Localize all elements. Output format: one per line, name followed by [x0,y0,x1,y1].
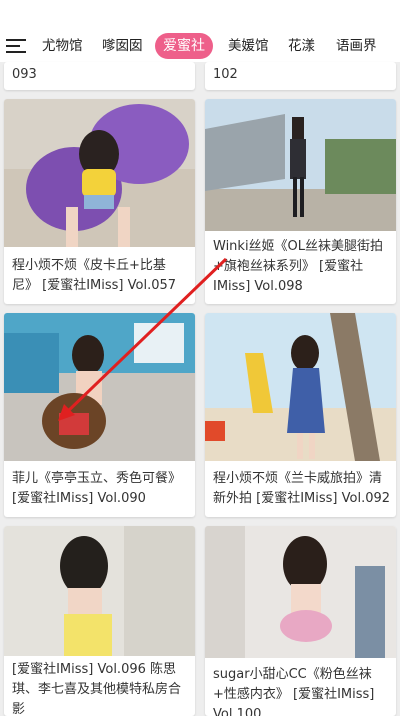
gallery-card[interactable]: 菲儿《亭亭玉立、秀色可餐》 [爱蜜社IMiss] Vol.090 [4,313,195,517]
card-caption: sugar小甜心CC《粉色丝袜+性感内衣》 [爱蜜社IMiss] Vol.100 [213,667,375,716]
card-thumbnail [4,313,195,461]
tab-youwuguan[interactable]: 尤物馆 [42,33,83,59]
card-caption: 菲儿《亭亭玉立、秀色可餐》 [爱蜜社IMiss] Vol.090 [12,471,182,506]
gallery-card[interactable]: 093 [4,62,195,90]
gallery-card[interactable]: 程小烦不烦《兰卡威旅拍》清新外拍 [爱蜜社IMiss] Vol.092 [205,313,396,517]
card-caption: 程小烦不烦《兰卡威旅拍》清新外拍 [爱蜜社IMiss] Vol.092 [213,471,391,506]
tab-yuhuajie[interactable]: 语画界 [336,33,377,59]
tab-meiyuanguan[interactable]: 美媛馆 [228,33,269,59]
menu-icon[interactable] [6,37,28,55]
gallery-card[interactable]: 程小烦不烦《皮卡丘+比基尼》 [爱蜜社IMiss] Vol.057 [4,99,195,304]
tab-huayang[interactable]: 花漾 [288,33,315,59]
card-thumbnail [205,313,396,461]
card-caption: 093 [12,67,37,82]
card-caption: 程小烦不烦《皮卡丘+比基尼》 [爱蜜社IMiss] Vol.057 [12,258,177,293]
tab-aimishe[interactable]: 爱蜜社 [155,33,213,59]
card-caption: [爱蜜社IMiss] Vol.096 陈思琪、李七喜及其他模特私房合影 [12,662,182,716]
tab-diannannan[interactable]: 嗲囡囡 [102,33,143,59]
gallery-card[interactable]: [爱蜜社IMiss] Vol.096 陈思琪、李七喜及其他模特私房合影 [4,526,195,716]
card-caption: 102 [213,67,238,82]
card-thumbnail [4,526,195,656]
gallery-card[interactable]: 102 [205,62,396,90]
top-nav-bar: 尤物馆 嗲囡囡 爱蜜社 美媛馆 花漾 语画界 [0,0,400,62]
card-caption: Winki丝姬《OL丝袜美腿街拍+旗袍丝袜系列》 [爱蜜社IMiss] Vol.… [213,239,384,294]
card-thumbnail [205,526,396,658]
gallery-card[interactable]: Winki丝姬《OL丝袜美腿街拍+旗袍丝袜系列》 [爱蜜社IMiss] Vol.… [205,99,396,304]
card-thumbnail [4,99,195,247]
gallery-card[interactable]: sugar小甜心CC《粉色丝袜+性感内衣》 [爱蜜社IMiss] Vol.100 [205,526,396,716]
card-thumbnail [205,99,396,231]
